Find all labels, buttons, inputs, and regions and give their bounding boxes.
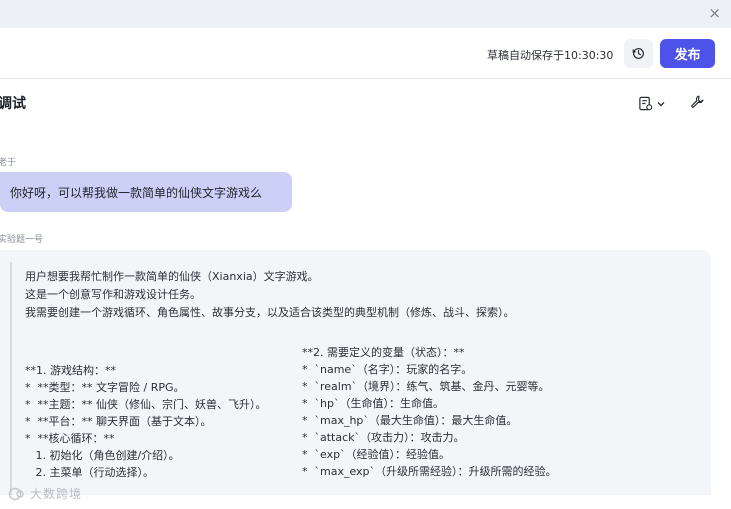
bot-sender-name: 实验题一号 bbox=[0, 235, 44, 245]
list-line: * `max_hp`（最大生命值）：最大生命值。 bbox=[302, 414, 518, 427]
window-top-strip: × bbox=[0, 0, 731, 28]
reasoning-intro: 用户想要我帮忙制作一款简单的仙侠（Xianxia）文字游戏。 这是一个创意写作和… bbox=[25, 268, 515, 322]
intro-line: 用户想要我帮忙制作一款简单的仙侠（Xianxia）文字游戏。 bbox=[25, 270, 319, 283]
watermark: 大数跨境 bbox=[8, 485, 82, 502]
list-line: * **平台：** 聊天界面（基于文本）。 bbox=[25, 415, 212, 428]
wrench-icon bbox=[691, 95, 704, 108]
state-variables-list: **2. 需要定义的变量（状态）：** * `name`（名字）：玩家的名字。 … bbox=[302, 344, 557, 480]
history-button[interactable] bbox=[624, 39, 653, 68]
list-line: * **主题：** 仙侠（修仙、宗门、妖兽、飞升）。 bbox=[25, 398, 267, 411]
debug-toolbar bbox=[638, 94, 705, 113]
debug-panel-title: 调试 bbox=[0, 96, 26, 112]
bot-reasoning-card: 用户想要我帮忙制作一款简单的仙侠（Xianxia）文字游戏。 这是一个创意写作和… bbox=[0, 250, 711, 495]
settings-button[interactable] bbox=[690, 94, 705, 113]
intro-line: 这是一个创意写作和游戏设计任务。 bbox=[25, 288, 201, 301]
list-line: 2. 主菜单（行动选择）。 bbox=[25, 466, 154, 479]
intro-line: 我需要创建一个游戏循环、角色属性、故事分支，以及适合该类型的典型机制（修炼、战斗… bbox=[25, 306, 515, 319]
list-line: 1. 初始化（角色创建/介绍）。 bbox=[25, 449, 180, 462]
game-structure-list: **1. 游戏结构：** * **类型：** 文字冒险 / RPG。 * **主… bbox=[25, 362, 267, 481]
list-line: * `realm`（境界）：练气、筑基、金丹、元婴等。 bbox=[302, 380, 550, 393]
publish-button[interactable]: 发布 bbox=[660, 39, 715, 68]
list-line: * `exp`（经验值）：经验值。 bbox=[302, 448, 451, 461]
debug-log-icon bbox=[639, 96, 653, 111]
list-line: **1. 游戏结构：** bbox=[25, 364, 116, 377]
list-line: * **类型：** 文字冒险 / RPG。 bbox=[25, 381, 185, 394]
user-message-text: 你好呀，可以帮我做一款简单的仙侠文字游戏么 bbox=[10, 185, 263, 200]
watermark-text: 大数跨境 bbox=[30, 487, 83, 501]
list-line: **2. 需要定义的变量（状态）：** bbox=[302, 346, 465, 359]
list-line: * `max_exp`（升级所需经验）：升级所需的经验。 bbox=[302, 465, 557, 478]
chevron-down-icon bbox=[657, 101, 665, 106]
quote-bar bbox=[10, 262, 12, 495]
editor-header: 草稿自动保存于10:30:30 发布 bbox=[0, 28, 731, 79]
close-icon[interactable]: × bbox=[708, 5, 721, 21]
list-line: * **核心循环：** bbox=[25, 432, 115, 445]
list-line: * `hp`（生命值）：生命值。 bbox=[302, 397, 444, 410]
user-sender-name: 老于 bbox=[0, 158, 17, 168]
list-line: * `attack`（攻击力）：攻击力。 bbox=[302, 431, 465, 444]
debug-log-button[interactable] bbox=[638, 96, 666, 111]
user-message-bubble: 你好呀，可以帮我做一款简单的仙侠文字游戏么 bbox=[0, 172, 292, 212]
autosave-status: 草稿自动保存于10:30:30 bbox=[487, 49, 614, 62]
history-icon bbox=[632, 48, 644, 59]
watermark-logo-icon bbox=[8, 487, 24, 500]
list-line: * `name`（名字）：玩家的名字。 bbox=[302, 363, 473, 376]
